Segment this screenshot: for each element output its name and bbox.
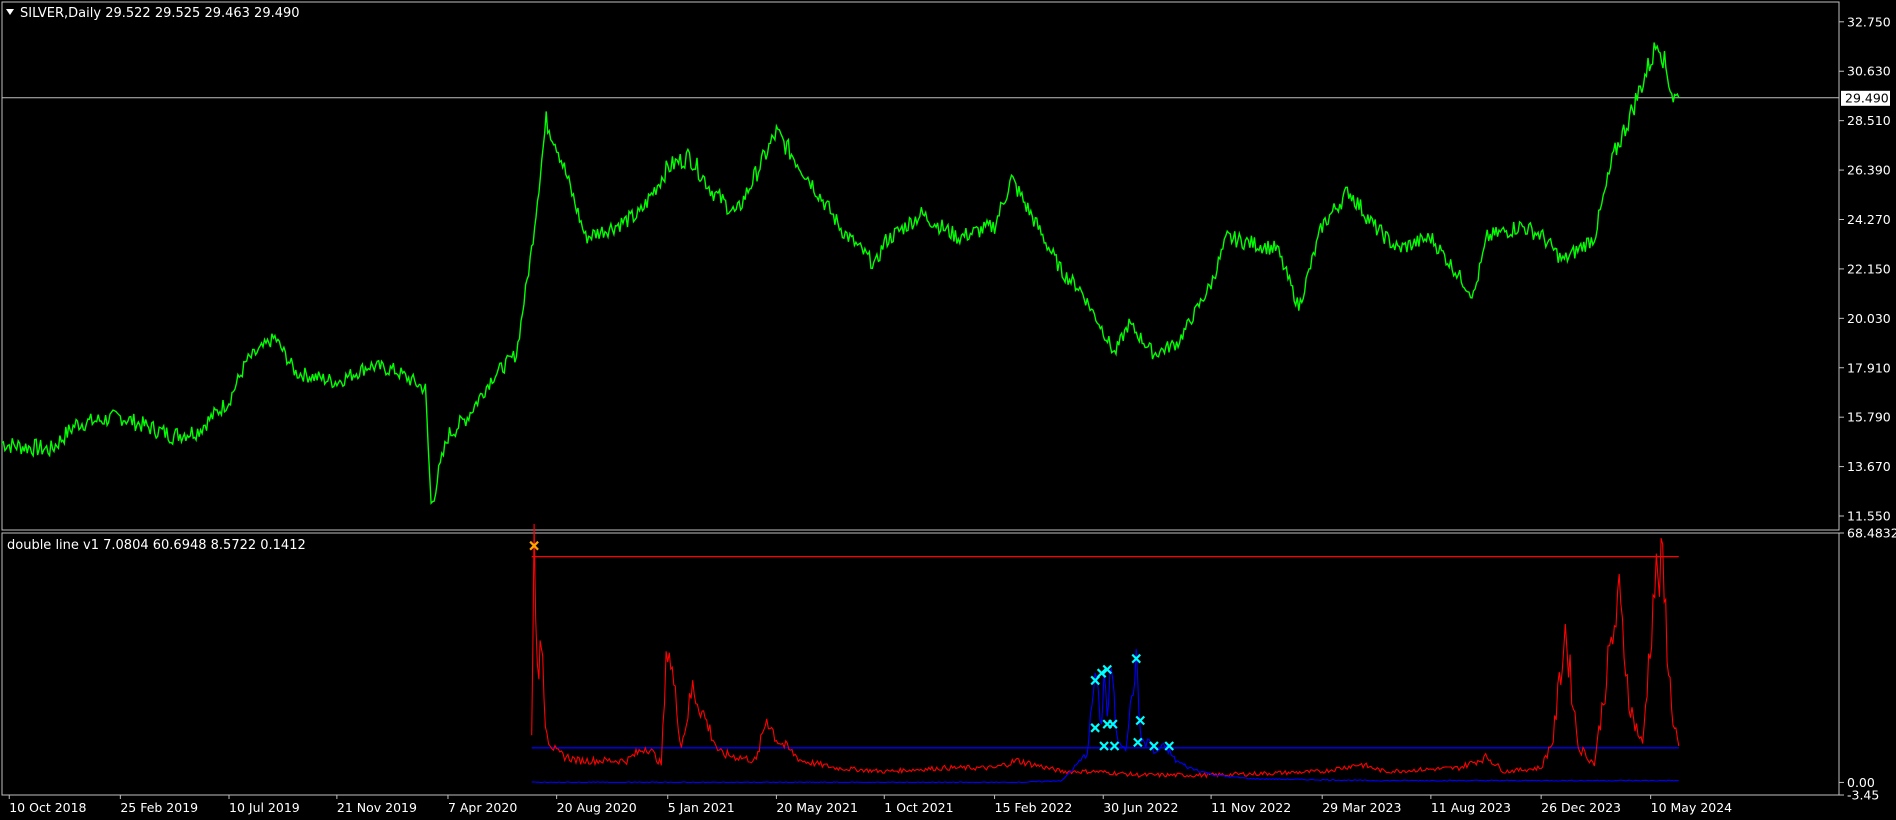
time-axis-tick: 10 May 2024 [1651,800,1733,815]
time-axis-tick: 10 Oct 2018 [9,800,86,815]
price-axis-tick: 17.910 [1847,360,1891,375]
oscillator-marker [1149,741,1159,751]
oscillator-panel[interactable]: 68.48320.00-3.45 double line v1 7.0804 6… [1,523,1896,803]
price-axis-tick: 32.750 [1847,14,1891,29]
oscillator-series-line [531,523,1680,779]
price-axis-tick: 13.670 [1847,459,1891,474]
time-axis-tick: 1 Oct 2021 [884,800,953,815]
oscillator-marker [1099,741,1109,751]
triangle-down-icon[interactable] [6,9,14,15]
main-panel-frame [1,1,1840,531]
time-axis-tick: 11 Aug 2023 [1431,800,1511,815]
price-axis-tick: 22.150 [1847,261,1891,276]
oscillator-markers [529,540,1175,751]
price-axis-tick: 15.790 [1847,410,1891,425]
oscillator-marker [1133,737,1143,748]
time-axis-tick: 15 Feb 2022 [995,800,1073,815]
time-axis-tick: 5 Jan 2021 [668,800,735,815]
price-axis-tick: 26.390 [1847,163,1891,178]
price-axis-tick: 28.510 [1847,113,1891,128]
oscillator-level-lines [531,555,1679,749]
time-axis-ticks: 10 Oct 2018 25 Feb 2019 10 Jul 2019 21 Nov … [8,795,1733,815]
time-axis-tick: 20 May 2021 [776,800,858,815]
time-axis-tick: 7 Apr 2020 [448,800,517,815]
price-axis-tick: 20.030 [1847,311,1891,326]
time-axis-tick: 20 Aug 2020 [557,800,637,815]
time-axis-tick: 10 Jul 2019 [229,800,300,815]
current-price-label: 29.490 [1845,90,1889,105]
chart-canvas[interactable]: 32.750 30.630 28.510 26.390 24.270 22.150 20.0… [0,0,1896,820]
main-price-panel[interactable]: 32.750 30.630 28.510 26.390 24.270 22.150 20.0… [1,1,1891,531]
oscillator-axis-tick: 68.4832 [1847,526,1896,541]
oscillator-axis-ticks: 68.48320.00-3.45 [1839,526,1896,803]
time-axis-tick: 29 Mar 2023 [1322,800,1401,815]
time-axis-tick: 25 Feb 2019 [120,800,198,815]
price-axis-tick: 24.270 [1847,212,1891,227]
oscillator-panel-frame [1,532,1840,796]
time-axis-tick: 26 Dec 2023 [1541,800,1621,815]
oscillator-axis-tick: -3.45 [1847,788,1879,803]
price-axis-tick: 30.630 [1847,64,1891,79]
oscillator-marker [1090,723,1100,733]
time-axis-tick: 30 Jun 2022 [1103,800,1178,815]
oscillator-marker [1109,741,1120,751]
time-axis-tick: 21 Nov 2019 [337,800,417,815]
time-axis-tick: 11 Nov 2022 [1211,800,1291,815]
price-series-line [1,42,1680,505]
price-axis-tick: 11.550 [1847,509,1891,524]
oscillator-panel-header: double line v1 7.0804 60.6948 8.5722 0.1… [7,538,306,553]
main-panel-header: SILVER,Daily 29.522 29.525 29.463 29.490 [20,6,300,21]
